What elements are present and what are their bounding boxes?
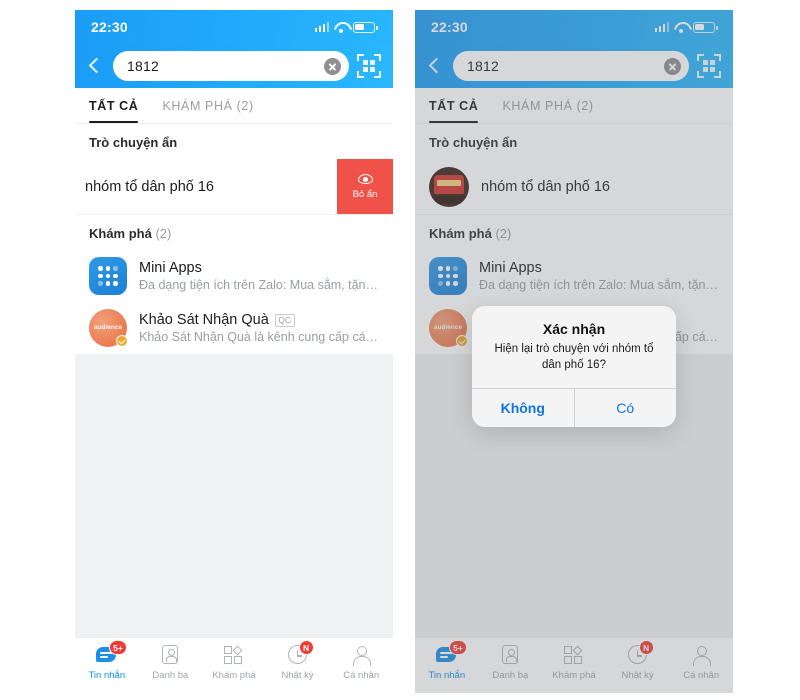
list-item[interactable]: Mini Apps Đa dạng tiện ích trên Zalo: Mu… xyxy=(75,250,393,302)
tabbar-item-ca-nhan[interactable]: Cá nhân xyxy=(329,644,393,681)
unhide-button[interactable]: Bỏ ẩn xyxy=(337,159,393,214)
tabbar-label: Nhật ký xyxy=(281,670,314,681)
profile-person-icon xyxy=(349,644,373,666)
diary-badge: N xyxy=(298,640,314,655)
bottom-tab-bar: 5+ Tin nhắn Danh bạ Khám phá N Nhật ký C… xyxy=(75,637,393,693)
message-icon: 5+ xyxy=(95,640,127,666)
tabbar-item-danh-ba[interactable]: Danh bạ xyxy=(139,644,203,681)
hidden-chats-header: Trò chuyện ẩn xyxy=(89,135,178,150)
list-item-title: Khảo Sát Nhận Quà xyxy=(139,312,269,328)
hidden-chat-row-content: nhóm tổ dân phố 16 xyxy=(75,159,337,214)
status-bar: 22:30 xyxy=(75,10,393,44)
diary-clock-icon: N xyxy=(286,640,314,666)
list-item-title-row: Khảo Sát Nhận Quà QC xyxy=(139,312,379,328)
back-chevron-icon[interactable] xyxy=(83,55,105,77)
unhide-button-label: Bỏ ẩn xyxy=(352,188,378,200)
search-input[interactable]: 1812 xyxy=(113,51,349,81)
screenshot-stage: 22:30 1812 TẤT CẢ KHÁM PHÁ (2) Trò chuyệ… xyxy=(0,0,800,700)
tab-tat-ca[interactable]: TẤT CẢ xyxy=(89,88,139,123)
ad-badge: QC xyxy=(274,313,295,327)
tabbar-item-nhat-ky[interactable]: N Nhật ký xyxy=(266,640,330,681)
confirm-dialog-title: Xác nhận xyxy=(542,321,606,337)
confirm-dialog-actions: Không Có xyxy=(472,387,677,427)
phone-screen-left: 22:30 1812 TẤT CẢ KHÁM PHÁ (2) Trò chuyệ… xyxy=(75,10,393,693)
verified-check-icon xyxy=(116,335,128,347)
search-header: 1812 xyxy=(75,44,393,88)
clear-icon[interactable] xyxy=(324,57,341,75)
qr-scan-icon[interactable] xyxy=(357,54,381,78)
list-item-title-row: Mini Apps xyxy=(139,260,379,276)
confirm-dialog-body: Xác nhận Hiện lại trò chuyện với nhóm tổ… xyxy=(472,306,676,388)
cancel-button[interactable]: Không xyxy=(472,389,574,427)
hidden-chat-name: nhóm tổ dân phố 16 xyxy=(85,178,214,195)
tabbar-label: Danh bạ xyxy=(152,670,189,681)
tab-kham-pha[interactable]: KHÁM PHÁ (2) xyxy=(162,88,253,123)
message-badge: 5+ xyxy=(109,640,127,655)
confirm-dialog-message: Hiện lại trò chuyện với nhóm tổ dân phố … xyxy=(494,343,654,371)
list-item[interactable]: audience Khảo Sát Nhận Quà QC Khảo Sát N… xyxy=(75,302,393,354)
discover-header-count: (2) xyxy=(155,226,172,241)
hidden-chat-row[interactable]: nhóm tổ dân phố 16 Bỏ ẩn xyxy=(75,159,393,215)
tabbar-item-kham-pha[interactable]: Khám phá xyxy=(202,644,266,681)
contacts-icon xyxy=(158,644,182,666)
discover-header: Khám phá (2) xyxy=(75,215,393,250)
search-tabs: TẤT CẢ KHÁM PHÁ (2) xyxy=(75,88,393,124)
tabbar-label: Khám phá xyxy=(212,670,256,681)
audience-pulse-avatar: audience xyxy=(89,309,128,347)
phone-screen-right: 22:30 1812 TẤT CẢ KHÁM PHÁ (2) Trò chuyệ… xyxy=(415,10,733,693)
status-clock: 22:30 xyxy=(91,19,128,35)
list-item-title: Mini Apps xyxy=(139,260,202,276)
signal-bars-icon xyxy=(314,22,329,32)
battery-icon xyxy=(353,21,378,33)
confirm-dialog: Xác nhận Hiện lại trò chuyện với nhóm tổ… xyxy=(472,306,676,427)
tabbar-item-tin-nhan[interactable]: 5+ Tin nhắn xyxy=(75,640,139,681)
empty-area xyxy=(75,354,393,637)
list-item-text: Mini Apps Đa dạng tiện ích trên Zalo: Mu… xyxy=(139,260,379,292)
tabbar-label: Cá nhân xyxy=(343,670,380,681)
eye-icon xyxy=(357,173,373,184)
tabbar-label: Tin nhắn xyxy=(88,670,126,681)
list-item-subtitle: Khảo Sát Nhận Quà là kênh cung cấp các..… xyxy=(139,330,379,344)
status-icons xyxy=(314,21,378,33)
discover-header-label: Khám phá xyxy=(89,226,152,241)
mini-apps-grid-icon xyxy=(89,257,127,295)
list-item-subtitle: Đa dạng tiện ích trên Zalo: Mua sắm, tặn… xyxy=(139,278,379,292)
discover-icon xyxy=(222,644,246,666)
search-input-value: 1812 xyxy=(127,58,159,74)
results-scroll-left: Trò chuyện ẩn nhóm tổ dân phố 16 Bỏ ẩn K… xyxy=(75,124,393,637)
wifi-icon xyxy=(334,22,348,33)
confirm-button[interactable]: Có xyxy=(573,388,677,427)
list-item-text: Khảo Sát Nhận Quà QC Khảo Sát Nhận Quà l… xyxy=(139,312,379,344)
